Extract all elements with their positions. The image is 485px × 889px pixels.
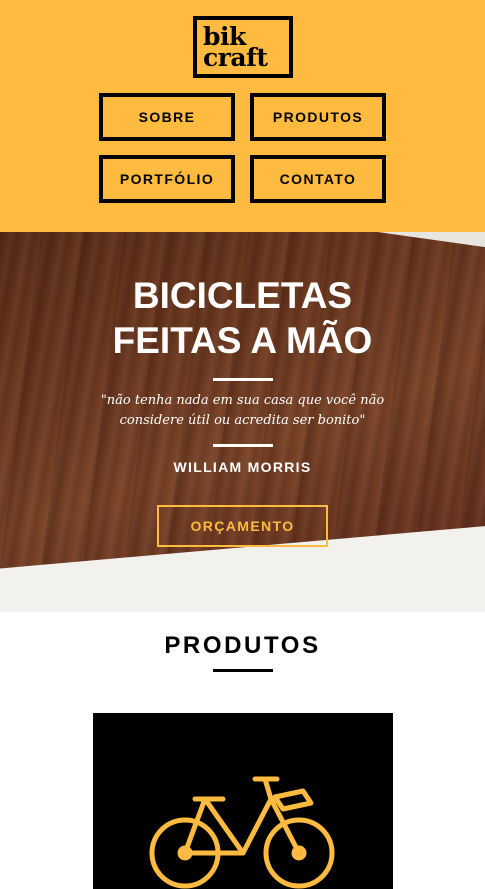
product-card[interactable] (93, 713, 393, 889)
products-title-divider (213, 669, 273, 672)
hero-divider-bottom (213, 444, 273, 447)
hero-section: BICICLETAS FEITAS A MÃO "não tenha nada … (0, 232, 485, 612)
hero-divider-top (213, 378, 273, 381)
nav-item-produtos[interactable]: PRODUTOS (250, 93, 386, 141)
logo-line-2: craft (203, 43, 268, 72)
hero-title-line-1: BICICLETAS (132, 275, 353, 316)
site-header: bik craft SOBRE PRODUTOS PORTFÓLIO CONTA… (0, 0, 485, 232)
hero-quote: "não tenha nada em sua casa que você não… (90, 391, 395, 431)
hero-quote-line-2: considere útil ou acredita ser bonito" (119, 413, 366, 428)
nav-item-contato[interactable]: CONTATO (250, 155, 386, 203)
nav-item-portfolio[interactable]: PORTFÓLIO (99, 155, 235, 203)
products-title: PRODUTOS (164, 632, 321, 659)
logo[interactable]: bik craft (193, 16, 293, 78)
quote-button[interactable]: ORÇAMENTO (157, 505, 328, 547)
nav-item-sobre[interactable]: SOBRE (99, 93, 235, 141)
hero-title-line-2: FEITAS A MÃO (112, 320, 373, 361)
bicycle-icon (149, 776, 335, 889)
hero-background-paper-top (318, 232, 485, 260)
hero-quote-line-1: "não tenha nada em sua casa que você não (100, 393, 385, 408)
hero-author: WILLIAM MORRIS (173, 459, 312, 475)
